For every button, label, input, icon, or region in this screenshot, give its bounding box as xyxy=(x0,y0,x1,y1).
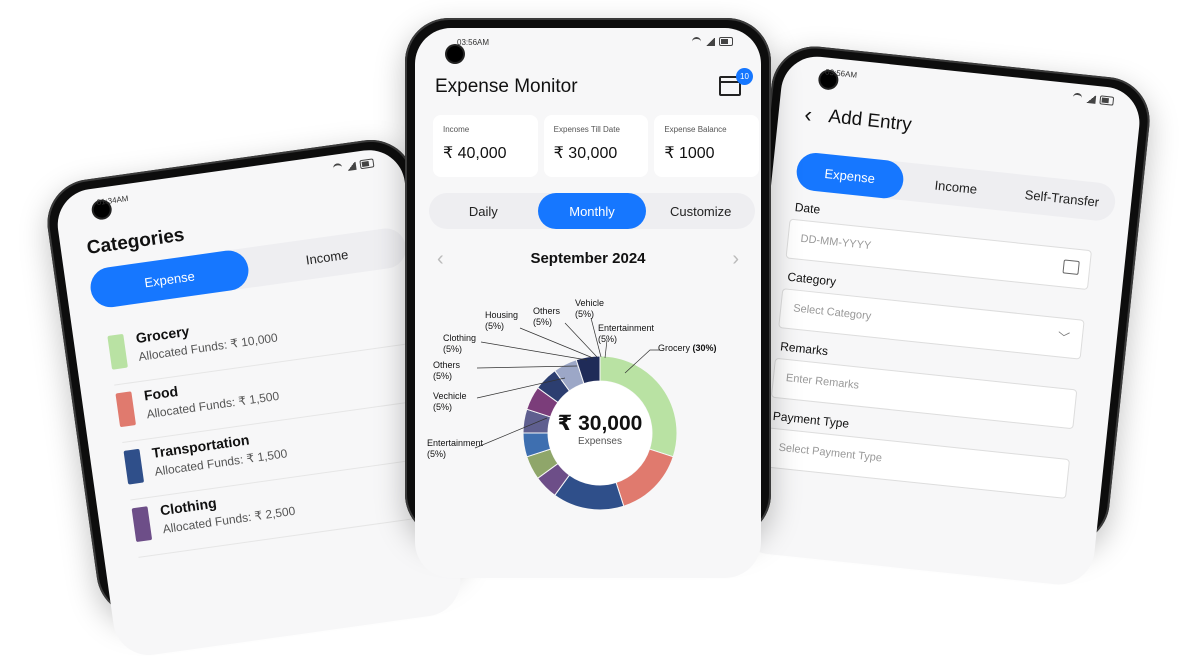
period-tabs: Daily Monthly Customize xyxy=(429,193,755,229)
total-label: Expenses xyxy=(578,436,622,447)
categories-screen: 01:34AM Categories Expense Income Grocer… xyxy=(53,145,466,660)
label-clothing: Clothing (5%) xyxy=(443,333,477,354)
page-title: Add Entry xyxy=(827,106,913,136)
page-title: Categories xyxy=(85,224,186,259)
color-swatch xyxy=(131,506,153,543)
category-list: Grocery Allocated Funds: ₹ 10,000 Food A… xyxy=(106,286,436,558)
balance-card: Expense Balance ₹ 1000 xyxy=(654,115,760,177)
battery-icon xyxy=(1099,95,1115,106)
right-phone: 03:56AM ‹ Add Entry Expense Income Self-… xyxy=(726,42,1154,589)
total-amount: ₹ 30,000 xyxy=(557,412,643,435)
status-time: 03:56AM xyxy=(457,38,490,47)
date-label: Date xyxy=(794,200,821,217)
label-others-left: Others (5%) xyxy=(433,360,461,381)
tab-income[interactable]: Income xyxy=(901,162,1011,211)
payment-type-label: Payment Type xyxy=(772,408,850,431)
label-entertainment-top: Entertainment (5%) xyxy=(598,323,655,344)
remarks-label: Remarks xyxy=(779,339,829,359)
chevron-down-icon: ﹀ xyxy=(1056,330,1071,346)
calendar-icon[interactable] xyxy=(1062,259,1080,276)
month-label: September 2024 xyxy=(530,250,646,267)
expense-donut-chart: ₹ 30,000 Expenses Grocery (30%) Entertai… xyxy=(415,278,761,548)
color-swatch xyxy=(107,333,128,370)
leader-line xyxy=(519,327,594,359)
tab-customize[interactable]: Customize xyxy=(646,193,755,229)
income-card: Income ₹ 40,000 xyxy=(433,115,538,177)
status-time: 03:56AM xyxy=(824,67,858,80)
tab-monthly[interactable]: Monthly xyxy=(537,193,647,229)
label-vechicle: Vechicle (5%) xyxy=(433,391,467,412)
category-name: Grocery xyxy=(134,322,191,347)
category-name: Food xyxy=(142,382,179,404)
payment-type-select[interactable]: Select Payment Type xyxy=(763,427,1071,499)
summary-cards: Income ₹ 40,000 Expenses Till Date ₹ 30,… xyxy=(433,115,760,177)
color-swatch xyxy=(115,391,137,428)
category-label: Category xyxy=(786,269,837,289)
status-bar: 01:34AM xyxy=(82,157,375,212)
expense-monitor-screen: 03:56AM Expense Monitor 10 Income ₹ 40,0… xyxy=(415,28,761,578)
status-time: 01:34AM xyxy=(96,193,130,208)
tab-expense[interactable]: Expense xyxy=(87,248,252,310)
color-swatch xyxy=(123,448,145,485)
date-placeholder: DD-MM-YYYY xyxy=(799,232,872,253)
add-entry-screen: 03:56AM ‹ Add Entry Expense Income Self-… xyxy=(732,53,1143,589)
card-label: Income xyxy=(443,125,470,134)
label-vehicle: Vehicle (5%) xyxy=(575,298,605,319)
signal-icon xyxy=(705,37,715,46)
tab-expense[interactable]: Expense xyxy=(794,151,905,201)
status-bar: 03:56AM xyxy=(810,64,1115,110)
card-value: ₹ 30,000 xyxy=(553,145,618,162)
card-label: Expense Balance xyxy=(664,125,727,134)
page-title: Expense Monitor xyxy=(435,76,578,97)
tab-self-transfer[interactable]: Self-Transfer xyxy=(1007,173,1117,222)
tab-daily[interactable]: Daily xyxy=(429,193,538,229)
card-value: ₹ 1000 xyxy=(664,145,715,162)
label-housing: Housing (5%) xyxy=(485,310,519,331)
wifi-icon xyxy=(692,37,701,46)
next-month-icon[interactable]: › xyxy=(732,248,739,271)
payment-type-placeholder: Select Payment Type xyxy=(778,441,883,465)
label-entertainment-left: Entertainment (5%) xyxy=(427,438,484,459)
status-bar: 03:56AM xyxy=(443,36,733,50)
label-grocery: Grocery (30%) xyxy=(658,343,717,353)
wifi-icon xyxy=(1072,92,1083,103)
card-label: Expenses Till Date xyxy=(553,125,620,134)
signal-icon xyxy=(345,161,357,171)
battery-icon xyxy=(719,37,733,46)
card-value: ₹ 40,000 xyxy=(443,145,507,162)
tab-income[interactable]: Income xyxy=(245,226,408,288)
signal-icon xyxy=(1085,94,1097,104)
label-others-top: Others (5%) xyxy=(533,306,561,327)
expenses-card: Expenses Till Date ₹ 30,000 xyxy=(543,115,649,177)
remarks-placeholder: Enter Remarks xyxy=(785,372,860,392)
leader-line xyxy=(480,341,588,361)
notification-badge: 10 xyxy=(736,68,753,85)
center-phone: 03:56AM Expense Monitor 10 Income ₹ 40,0… xyxy=(405,18,771,578)
battery-icon xyxy=(359,158,375,170)
category-placeholder: Select Category xyxy=(792,302,872,323)
entry-type-tabs: Expense Income Self-Transfer xyxy=(794,151,1118,223)
wifi-icon xyxy=(332,162,343,173)
leader-line xyxy=(564,322,598,358)
back-arrow-icon[interactable]: ‹ xyxy=(803,102,813,129)
